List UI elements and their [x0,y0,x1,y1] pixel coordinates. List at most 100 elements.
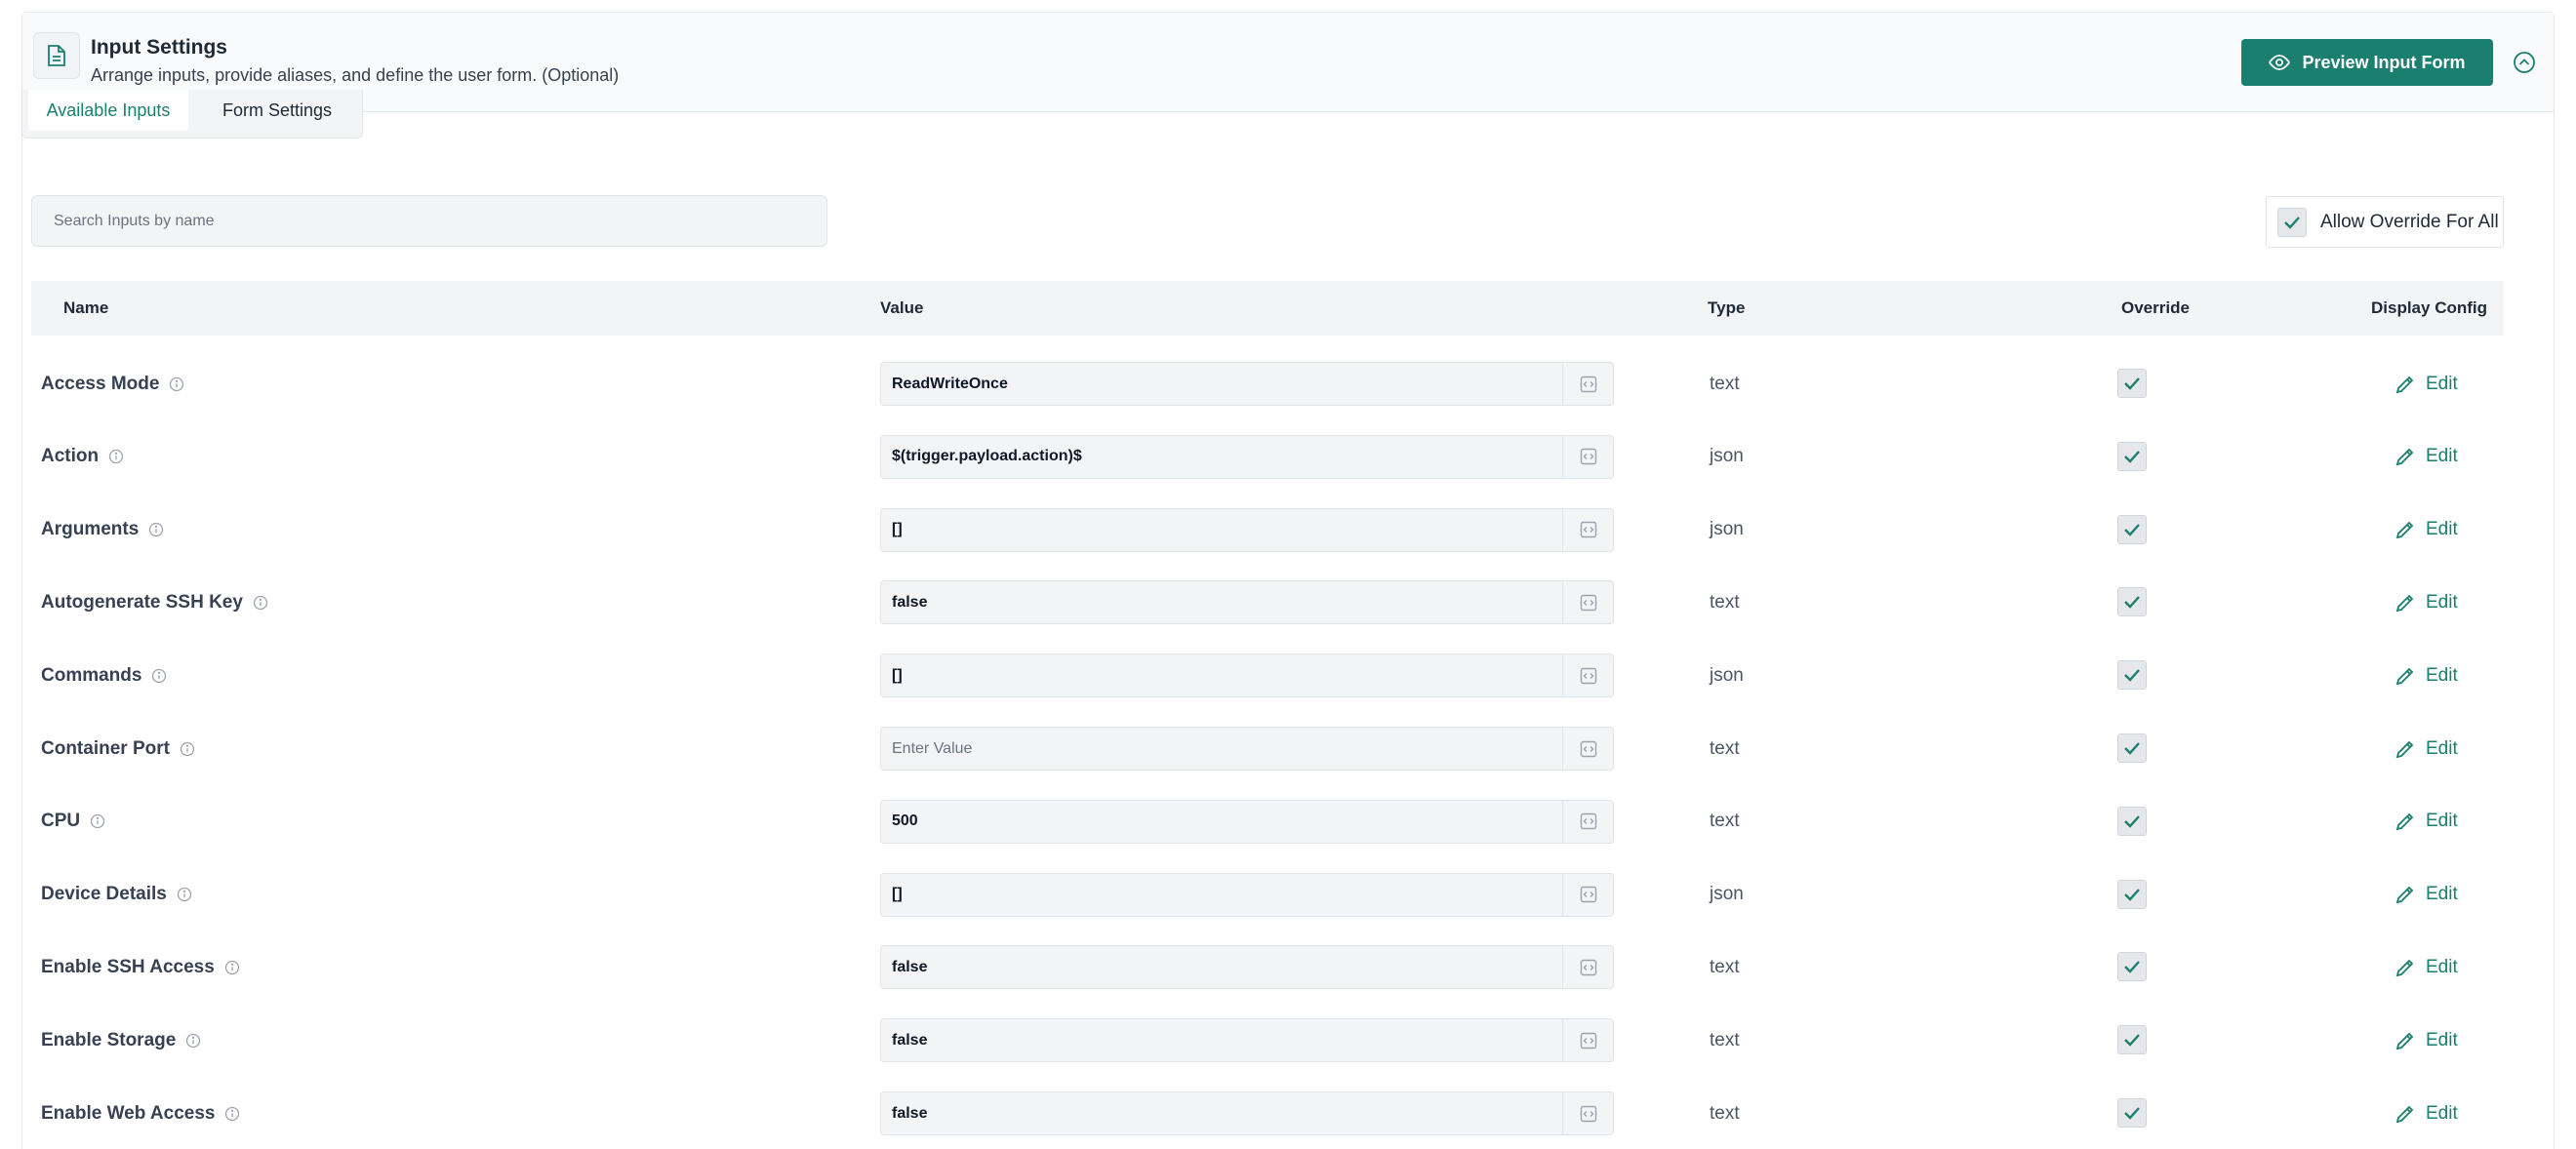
code-editor-button[interactable] [1562,654,1613,697]
code-editor-button[interactable] [1562,508,1613,551]
preview-button-label: Preview Input Form [2302,52,2466,72]
override-checkbox[interactable] [2117,1025,2147,1055]
edit-display-config-link[interactable]: Edit [2395,1077,2458,1149]
code-icon [1580,740,1596,757]
allow-override-for-all-checkbox[interactable]: Allow Override For All [2266,196,2504,248]
code-editor-button[interactable] [1562,1019,1613,1062]
edit-display-config-link[interactable]: Edit [2395,712,2458,785]
code-editor-button[interactable] [1562,1092,1613,1134]
check-icon [2124,596,2140,610]
edit-display-config-link[interactable]: Edit [2395,566,2458,639]
tab-form-settings[interactable]: Form Settings [204,90,350,131]
override-checkbox[interactable] [2117,587,2147,617]
override-checkbox[interactable] [2117,733,2147,763]
code-editor-button[interactable] [1562,363,1613,405]
value-input[interactable] [881,581,1562,624]
override-checkbox[interactable] [2117,660,2147,691]
info-icon[interactable] [90,813,105,829]
info-icon[interactable] [185,1033,201,1049]
check-icon [2124,888,2140,901]
value-input[interactable] [881,1019,1562,1062]
check-icon [2124,377,2140,390]
chevron-up-circle-icon[interactable] [2512,50,2537,75]
input-name-label: Enable Storage [41,1029,177,1050]
code-editor-button[interactable] [1562,435,1613,478]
code-icon [1580,594,1596,612]
override-checkbox[interactable] [2117,441,2147,471]
info-icon[interactable] [169,376,184,392]
tab-available-inputs[interactable]: Available Inputs [28,90,188,131]
value-input[interactable] [881,1092,1562,1134]
document-icon [33,32,80,79]
edit-label: Edit [2426,664,2458,686]
input-type: json [1710,519,1744,540]
info-icon[interactable] [224,960,240,975]
edit-display-config-link[interactable]: Edit [2395,931,2458,1004]
value-field [880,727,1614,771]
edit-display-config-link[interactable]: Edit [2395,494,2458,567]
value-field [880,799,1614,844]
table-header: Name Value Type Override Display Config [31,281,2504,336]
edit-display-config-link[interactable]: Edit [2395,639,2458,712]
column-header-override: Override [2121,298,2190,317]
info-icon[interactable] [253,595,268,611]
value-input[interactable] [881,508,1562,551]
override-checkbox[interactable] [2117,879,2147,909]
override-checkbox[interactable] [2117,806,2147,836]
info-icon[interactable] [177,887,192,902]
search-input[interactable] [31,195,827,247]
edit-display-config-link[interactable]: Edit [2395,420,2458,494]
code-editor-button[interactable] [1562,800,1613,843]
value-input[interactable] [881,435,1562,478]
value-input[interactable] [881,873,1562,916]
override-checkbox[interactable] [2117,952,2147,982]
table-row: Commands json [31,639,2504,712]
info-icon[interactable] [148,522,164,537]
preview-input-form-button[interactable]: Preview Input Form [2241,39,2493,86]
info-icon[interactable] [180,741,195,757]
column-header-type: Type [1708,298,1746,317]
code-editor-button[interactable] [1562,873,1613,916]
input-name-label: Autogenerate SSH Key [41,591,243,613]
code-editor-button[interactable] [1562,946,1613,989]
info-icon[interactable] [224,1106,240,1122]
info-icon[interactable] [151,668,167,684]
edit-display-config-link[interactable]: Edit [2395,858,2458,931]
input-type: text [1710,373,1740,394]
table-row: Arguments json [31,494,2504,567]
input-name-label: Arguments [41,519,140,540]
code-icon [1580,813,1596,830]
edit-display-config-link[interactable]: Edit [2395,347,2458,420]
edit-label: Edit [2426,737,2458,759]
input-name: Enable Web Access [41,1077,240,1149]
pencil-icon [2395,376,2414,393]
value-input[interactable] [881,363,1562,405]
input-name: CPU [41,785,105,858]
input-name: Enable SSH Access [41,931,240,1004]
override-checkbox[interactable] [2117,369,2147,398]
edit-label: Edit [2426,811,2458,832]
table-row: Access Mode text [31,347,2504,420]
column-header-name: Name [63,298,109,317]
value-field [880,945,1614,990]
input-name-label: Enable Web Access [41,1102,216,1124]
value-input[interactable] [881,654,1562,697]
value-input[interactable] [881,800,1562,843]
allow-override-checkbox-box[interactable] [2277,207,2307,237]
input-type: text [1710,811,1740,832]
override-checkbox[interactable] [2117,514,2147,544]
value-input[interactable] [881,728,1562,770]
info-icon[interactable] [108,449,124,464]
column-header-value: Value [880,298,924,317]
edit-display-config-link[interactable]: Edit [2395,785,2458,858]
code-editor-button[interactable] [1562,581,1613,624]
pencil-icon [2395,959,2414,977]
code-editor-button[interactable] [1562,728,1613,770]
input-type: json [1710,664,1744,686]
code-icon [1580,1032,1596,1049]
value-input[interactable] [881,946,1562,989]
code-icon [1580,1105,1596,1122]
edit-display-config-link[interactable]: Edit [2395,1004,2458,1077]
edit-label: Edit [2426,519,2458,540]
override-checkbox[interactable] [2117,1098,2147,1128]
